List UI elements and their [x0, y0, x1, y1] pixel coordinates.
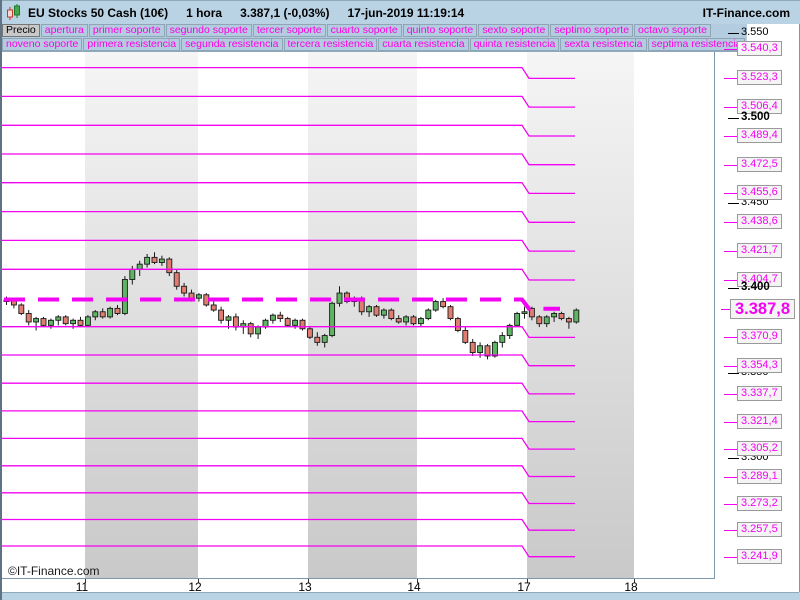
price-axis-label: 3.550 — [741, 26, 769, 38]
indicator-tab-noveno-soporte[interactable]: noveno soporte — [2, 38, 82, 51]
level-price-label: 3.289,1 — [737, 469, 782, 484]
indicator-tab-precio[interactable]: Precio — [2, 24, 40, 37]
level-tick — [724, 78, 737, 79]
level-price-label: 3.438,6 — [737, 214, 782, 229]
level-price-label: 3.257,5 — [737, 522, 782, 537]
candlestick-icon — [6, 4, 22, 21]
time-axis[interactable]: 11 12 13 14 17 18 — [2, 579, 799, 593]
indicator-tab-octavo-soporte[interactable]: octavo soporte — [634, 24, 711, 37]
time-axis-label: 18 — [624, 580, 637, 594]
level-tick — [724, 422, 737, 423]
indicator-tab-segundo-soporte[interactable]: segundo soporte — [166, 24, 252, 37]
level-price-label: 3.273,2 — [737, 496, 782, 511]
level-price-label: 3.421,7 — [737, 243, 782, 258]
level-tick — [724, 193, 737, 194]
price-axis-label: 3.500 — [741, 111, 770, 123]
indicator-tab-quinta-resistencia[interactable]: quinta resistencia — [470, 38, 560, 51]
level-tick — [724, 366, 737, 367]
level-price-label: 3.455,6 — [737, 185, 782, 200]
time-axis-label: 11 — [76, 580, 88, 594]
indicator-tab-primera-resistencia[interactable]: primera resistencia — [83, 38, 180, 51]
current-price-label: 3.387,8 — [730, 299, 795, 319]
level-tick — [724, 530, 737, 531]
level-tick — [724, 136, 737, 137]
level-tick — [724, 557, 737, 558]
level-tick — [724, 337, 737, 338]
level-tick — [724, 222, 737, 223]
brand-logo: IT-Finance.com — [703, 6, 790, 20]
level-price-label: 3.523,3 — [737, 70, 782, 85]
level-tick — [724, 49, 737, 50]
price-chart-canvas[interactable] — [2, 52, 714, 578]
last-price-change: 3.387,1 (-0,03%) — [240, 6, 329, 20]
indicator-tab-segunda-resistencia[interactable]: segunda resistencia — [181, 38, 282, 51]
price-tick — [728, 203, 739, 204]
level-price-label: 3.305,2 — [737, 441, 782, 456]
level-tick — [724, 251, 737, 252]
watermark: ©IT-Finance.com — [8, 564, 100, 578]
level-tick — [724, 449, 737, 450]
time-axis-label: 14 — [407, 580, 420, 594]
level-tick — [724, 394, 737, 395]
timeframe-label: 1 hora — [186, 6, 222, 20]
level-price-label: 3.489,4 — [737, 128, 782, 143]
indicator-tab-tercera-resistencia[interactable]: tercera resistencia — [284, 38, 378, 51]
chart-window: EU Stocks 50 Cash (10€) 1 hora 3.387,1 (… — [0, 0, 800, 600]
indicator-tab-apertura[interactable]: apertura — [41, 24, 88, 37]
time-axis-label: 17 — [517, 580, 530, 594]
price-axis[interactable]: 3.5503.4503.3503.3003.540,33.523,33.506,… — [715, 24, 800, 592]
level-tick — [724, 107, 737, 108]
indicator-tab-quinto-soporte[interactable]: quinto soporte — [403, 24, 478, 37]
price-tick — [728, 33, 739, 34]
level-price-label: 3.370,9 — [737, 329, 782, 344]
indicator-tab-sexta-resistencia[interactable]: sexta resistencia — [560, 38, 646, 51]
level-tick — [724, 477, 737, 478]
quote-timestamp: 17-jun-2019 11:19:14 — [347, 6, 464, 20]
level-tick — [724, 280, 737, 281]
level-price-label: 3.241,9 — [737, 549, 782, 564]
level-price-label: 3.321,4 — [737, 414, 782, 429]
indicator-tab-tercer-soporte[interactable]: tercer soporte — [253, 24, 326, 37]
indicator-tab-row-1: Precioaperturaprimer soportesegundo sopo… — [2, 24, 712, 37]
indicator-tab-cuarta-resistencia[interactable]: cuarta resistencia — [378, 38, 468, 51]
price-tick — [728, 118, 739, 119]
level-price-label: 3.472,5 — [737, 157, 782, 172]
price-tick — [728, 373, 739, 374]
instrument-name: EU Stocks 50 Cash (10€) — [28, 6, 168, 20]
chart-plot-area[interactable] — [2, 52, 715, 579]
level-price-label: 3.354,3 — [737, 358, 782, 373]
time-axis-label: 13 — [298, 580, 311, 594]
time-axis-label: 12 — [188, 580, 201, 594]
indicator-tab-row-2: noveno soporteprimera resistenciasegunda… — [2, 38, 746, 51]
level-tick — [724, 504, 737, 505]
level-tick — [724, 165, 737, 166]
indicator-tab-primer-soporte[interactable]: primer soporte — [89, 24, 165, 37]
title-bar: EU Stocks 50 Cash (10€) 1 hora 3.387,1 (… — [2, 0, 800, 24]
indicator-tab-band: Precioaperturaprimer soportesegundo sopo… — [2, 24, 800, 52]
indicator-tab-septimo-soporte[interactable]: septimo soporte — [550, 24, 633, 37]
price-tick — [728, 288, 739, 289]
level-price-label: 3.540,3 — [737, 41, 782, 56]
price-axis-label: 3.400 — [741, 281, 770, 293]
indicator-tab-sexto-soporte[interactable]: sexto soporte — [478, 24, 549, 37]
indicator-tab-cuarto-soporte[interactable]: cuarto soporte — [327, 24, 402, 37]
price-tick — [728, 458, 739, 459]
level-price-label: 3.337,7 — [737, 386, 782, 401]
